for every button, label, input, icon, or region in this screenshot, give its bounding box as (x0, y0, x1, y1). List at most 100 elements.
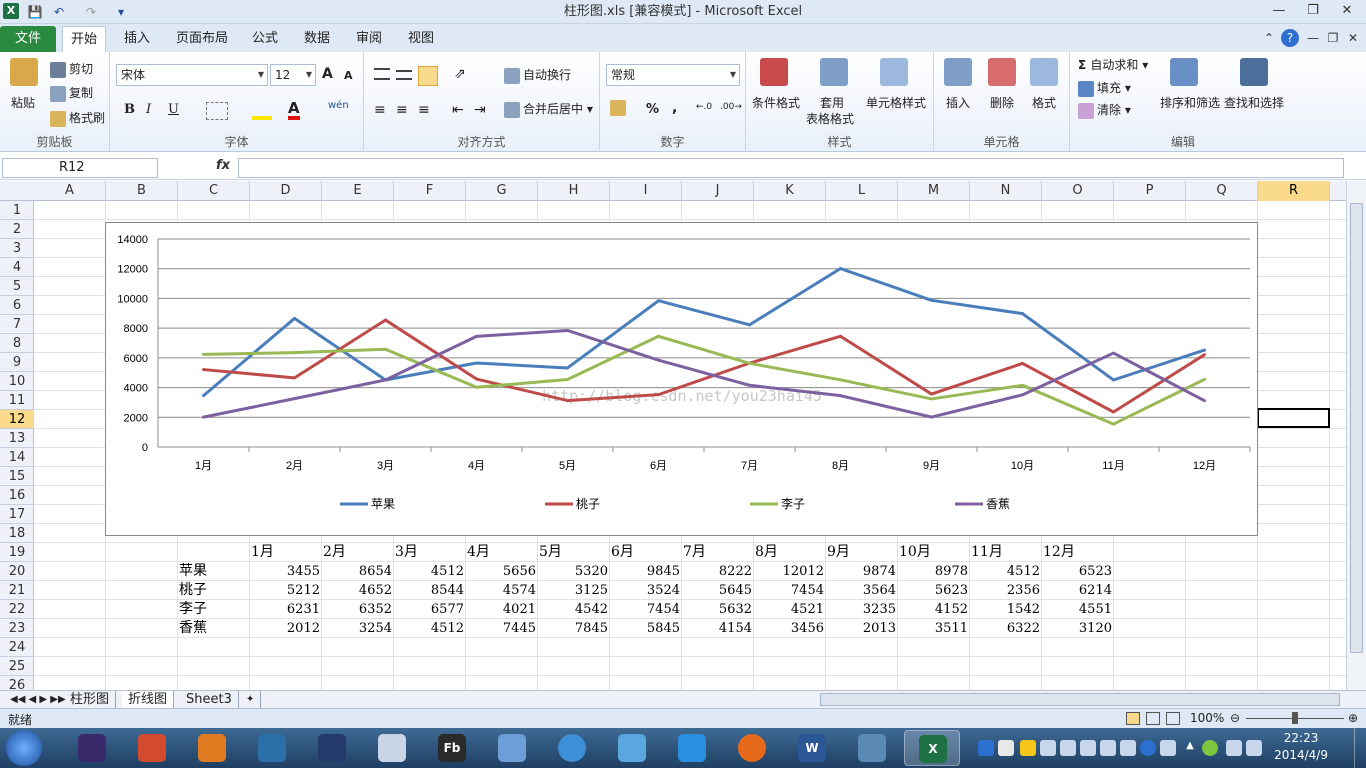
taskbar-virtualbox[interactable] (484, 730, 540, 766)
header-cell[interactable]: 12月 (1043, 543, 1114, 562)
shrink-font-button[interactable]: A (344, 69, 353, 82)
value-cell[interactable]: 5212 (251, 581, 322, 600)
row-label-cell[interactable]: 香蕉 (179, 619, 250, 638)
align-right-icon[interactable]: ≡ (418, 102, 430, 118)
row-header-19[interactable]: 19 (0, 543, 34, 562)
taskbar-eclipse[interactable] (64, 730, 120, 766)
header-cell[interactable]: 11月 (971, 543, 1042, 562)
taskbar-app9[interactable] (544, 730, 600, 766)
wrap-text-button[interactable]: 自动换行 (504, 66, 571, 84)
accounting-format-icon[interactable] (610, 100, 629, 116)
row-header-1[interactable]: 1 (0, 201, 34, 220)
column-header-i[interactable]: I (610, 181, 682, 201)
formula-input[interactable] (238, 158, 1344, 178)
increase-decimal-icon[interactable]: ←.0 (696, 102, 712, 112)
taskbar-app5[interactable] (304, 730, 360, 766)
tray-icon[interactable] (1040, 740, 1056, 756)
value-cell[interactable]: 3235 (827, 600, 898, 619)
network-plus-icon[interactable] (1202, 740, 1218, 756)
align-middle-icon[interactable] (396, 70, 412, 80)
value-cell[interactable]: 8654 (323, 562, 394, 581)
column-header-d[interactable]: D (250, 181, 322, 201)
header-cell[interactable]: 6月 (611, 543, 682, 562)
taskbar-flash-builder[interactable]: Fb (424, 730, 480, 766)
value-cell[interactable]: 6231 (251, 600, 322, 619)
cut-button[interactable]: 剪切 (50, 60, 93, 78)
conditional-format-icon[interactable] (760, 58, 788, 86)
column-header-l[interactable]: L (826, 181, 898, 201)
font-size-select[interactable]: 12 ▼ (270, 64, 316, 86)
header-cell[interactable]: 9月 (827, 543, 898, 562)
value-cell[interactable]: 6352 (323, 600, 394, 619)
network-icon[interactable] (1246, 740, 1262, 756)
normal-view-icon[interactable] (1126, 712, 1140, 725)
header-cell[interactable]: 5月 (539, 543, 610, 562)
row-header-22[interactable]: 22 (0, 600, 34, 619)
align-top-icon[interactable] (374, 68, 390, 80)
row-header-5[interactable]: 5 (0, 277, 34, 296)
page-layout-view-icon[interactable] (1146, 712, 1160, 725)
row-header-11[interactable]: 11 (0, 391, 34, 410)
find-select-button[interactable]: 查找和选择 (1224, 94, 1284, 111)
value-cell[interactable]: 3456 (755, 619, 826, 638)
tray-icon[interactable] (1080, 740, 1096, 756)
header-cell[interactable]: 4月 (467, 543, 538, 562)
taskbar-app2[interactable] (124, 730, 180, 766)
percent-button[interactable]: % (646, 102, 659, 117)
clear-button[interactable]: 清除 ▾ (1078, 101, 1131, 119)
line-chart[interactable]: 0 2000 4000 6000 8000 10000 12000 14000 1月 2月 3月 4月… (105, 222, 1258, 536)
row-header-18[interactable]: 18 (0, 524, 34, 543)
sort-filter-icon[interactable] (1170, 58, 1198, 86)
taskbar-photo[interactable] (844, 730, 900, 766)
name-box[interactable]: R12 (2, 158, 158, 178)
format-cells-button[interactable]: 格式 (1032, 94, 1056, 111)
tab-page-layout[interactable]: 页面布局 (168, 26, 236, 52)
value-cell[interactable]: 9845 (611, 562, 682, 581)
tab-insert[interactable]: 插入 (116, 26, 158, 52)
insert-function-button[interactable]: fx (216, 158, 230, 173)
value-cell[interactable]: 7845 (539, 619, 610, 638)
show-hidden-icons-icon[interactable]: ▲ (1182, 740, 1198, 756)
insert-cells-button[interactable]: 插入 (946, 94, 970, 111)
horizontal-scrollbar[interactable] (820, 693, 1340, 706)
italic-button[interactable]: I (146, 102, 151, 117)
zoom-slider-handle[interactable] (1292, 712, 1298, 724)
value-cell[interactable]: 6523 (1043, 562, 1114, 581)
format-table-label[interactable]: 表格格式 (806, 110, 854, 127)
tray-icon[interactable] (1120, 740, 1136, 756)
header-cell[interactable]: 10月 (899, 543, 970, 562)
taskbar-cloud[interactable] (664, 730, 720, 766)
column-header-g[interactable]: G (466, 181, 538, 201)
row-header-2[interactable]: 2 (0, 220, 34, 239)
row-label-cell[interactable]: 李子 (179, 600, 250, 619)
value-cell[interactable]: 3455 (251, 562, 322, 581)
collapse-ribbon-icon[interactable]: ⌃ (1260, 29, 1278, 47)
paste-button[interactable]: 粘贴 (11, 94, 35, 111)
value-cell[interactable]: 6577 (395, 600, 466, 619)
tab-data[interactable]: 数据 (296, 26, 338, 52)
value-cell[interactable]: 5632 (683, 600, 754, 619)
value-cell[interactable]: 7454 (611, 600, 682, 619)
speaker-icon[interactable] (1226, 740, 1242, 756)
show-desktop-button[interactable] (1354, 728, 1366, 768)
column-header-e[interactable]: E (322, 181, 394, 201)
moon-icon[interactable] (1020, 740, 1036, 756)
cell-styles-button[interactable]: 单元格样式 (866, 94, 926, 111)
page-break-view-icon[interactable] (1166, 712, 1180, 725)
taskbar-matlab[interactable] (184, 730, 240, 766)
value-cell[interactable]: 7454 (755, 581, 826, 600)
value-cell[interactable]: 4574 (467, 581, 538, 600)
taskbar-firefox[interactable] (724, 730, 780, 766)
value-cell[interactable]: 2012 (251, 619, 322, 638)
value-cell[interactable]: 4021 (467, 600, 538, 619)
border-button[interactable] (206, 102, 228, 120)
column-header-j[interactable]: J (682, 181, 754, 201)
copy-button[interactable]: 复制 (50, 84, 93, 102)
value-cell[interactable]: 9874 (827, 562, 898, 581)
binoculars-icon[interactable] (1240, 58, 1268, 86)
tab-home[interactable]: 开始 (62, 26, 107, 52)
row-header-7[interactable]: 7 (0, 315, 34, 334)
row-header-25[interactable]: 25 (0, 657, 34, 676)
value-cell[interactable]: 4152 (899, 600, 970, 619)
help-icon[interactable]: ? (1281, 29, 1299, 47)
